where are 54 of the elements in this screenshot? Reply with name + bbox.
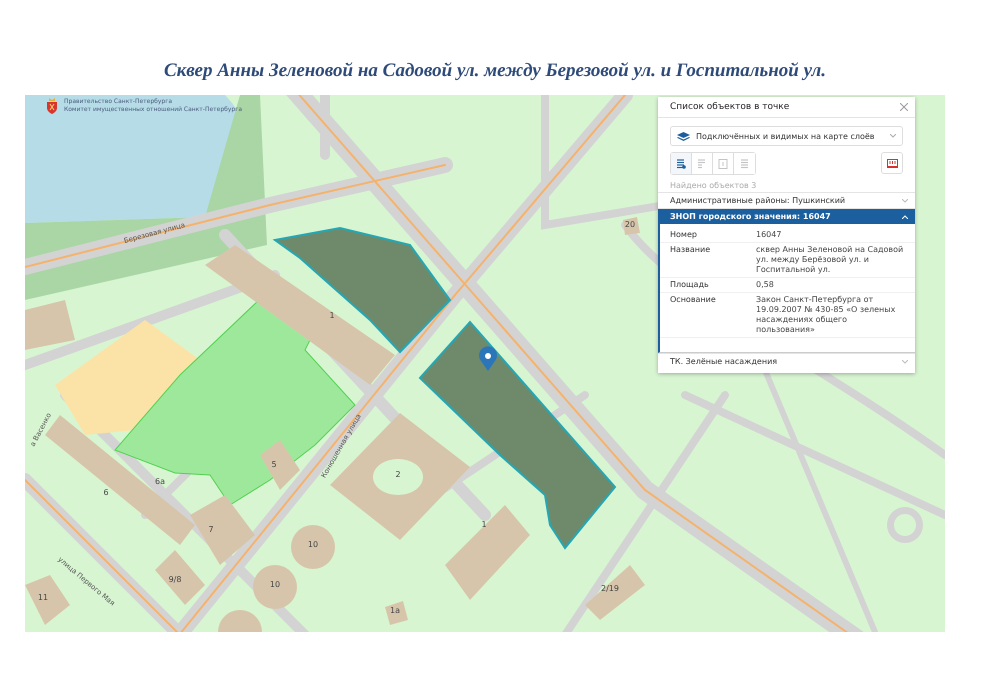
report-icon [886,158,898,168]
building-number: 10 [270,580,280,589]
field-value: 16047 [756,230,782,240]
building-number: 6 [103,488,109,497]
coat-of-arms-icon [45,98,59,114]
field-label: Название [670,245,712,256]
document-icon [718,158,728,168]
building [385,601,408,625]
building-number: 11 [38,593,48,602]
field-value: Закон Санкт-Петербурга от 19.09.2007 № 430-85 «О зеленых насаждениях общего пользования» [756,295,896,335]
found-count: Найдено объектов 3 [669,180,758,192]
field-label: Основание [670,295,717,306]
layer-dropdown[interactable]: Подключённых и видимых на карте слоёв [670,126,903,146]
list-icon [740,158,750,168]
building-number: 20 [624,220,636,229]
building [260,440,300,490]
building-number: 1 [329,311,335,320]
highlighted-plot[interactable] [418,320,616,550]
list-icon [697,158,707,168]
building [585,565,645,620]
chevron-up-icon [902,214,908,218]
section-header[interactable]: Административные районы: Пушкинский [658,192,915,208]
field-value: 0,58 [756,280,775,290]
building-number: 5 [271,460,277,469]
close-icon[interactable] [900,103,908,111]
field-label: Площадь [670,280,710,290]
building [623,217,640,235]
building-number: 10 [308,540,318,549]
building-number: 2 [395,470,401,479]
field-value: сквер Анны Зеленовой на Садовой ул. между Берёзовой ул. и Госпитальной ул. [756,245,904,275]
page-title: Сквер Анны Зеленовой на Садовой ул. между Березовой ул. и Госпитальной ул. [164,60,826,82]
building [155,550,205,605]
list-view-button[interactable] [671,153,692,174]
list-icon [676,158,686,168]
field-label: Номер [670,230,698,240]
panel-title: Список объектов в точке [670,102,790,112]
building-number: 6а [155,477,165,486]
layers-icon [677,132,690,140]
building [25,575,70,625]
section-header[interactable]: ТК. Зелёные насаждения [658,353,915,369]
highlighted-plot[interactable] [272,226,452,354]
chevron-down-icon [902,360,908,364]
chevron-down-icon [890,134,896,138]
section-header[interactable]: ЗНОП городского значения: 16047 [658,208,915,224]
building-number: 1а [390,606,400,615]
report-button[interactable] [881,152,903,174]
courtyard [373,459,423,495]
location-pin-icon[interactable] [479,346,497,371]
building-number: 9/8 [168,575,182,584]
chevron-down-icon [902,198,908,202]
building-number: 1 [481,520,487,529]
building-number: 7 [208,525,214,534]
roundabout [887,507,923,543]
building-number: 2/19 [601,584,619,593]
